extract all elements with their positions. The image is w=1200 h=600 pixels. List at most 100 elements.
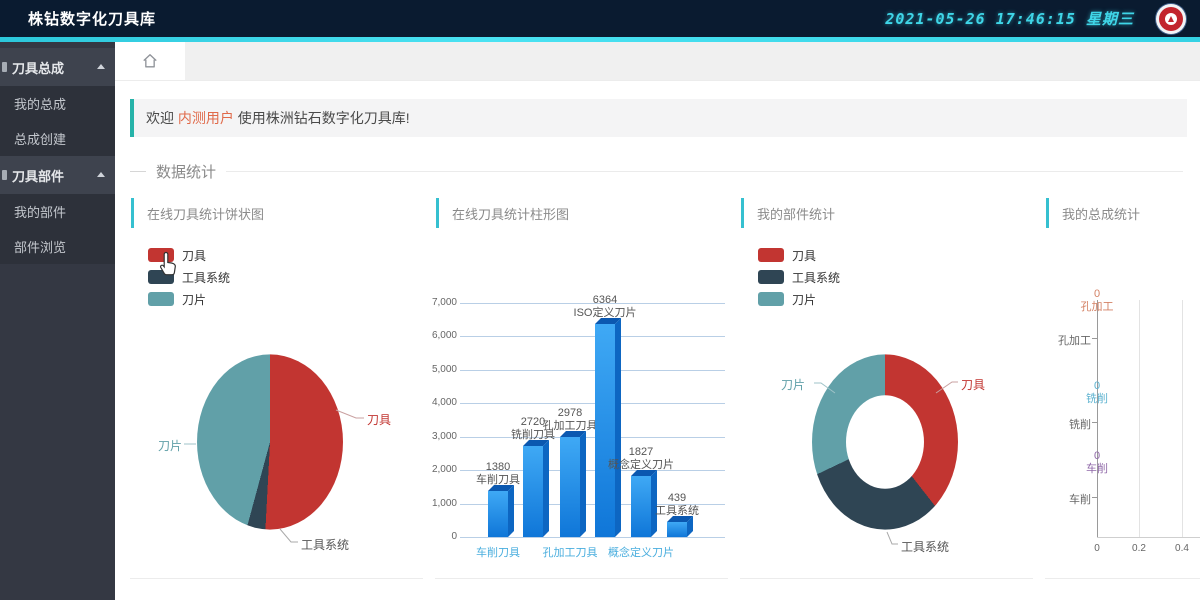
hbar-value-label: 0车削 bbox=[1057, 450, 1137, 476]
pie-label-daoju: 刀具 bbox=[367, 411, 391, 428]
legend-swatch bbox=[148, 270, 174, 284]
pie-label-daopian: 刀片 bbox=[158, 437, 182, 454]
bar-value-label: 6364ISO定义刀片 bbox=[560, 294, 650, 320]
pie-label-gongjuxitong: 工具系统 bbox=[301, 536, 349, 553]
legend-item-daoju[interactable]: 刀具 bbox=[148, 247, 206, 263]
y-axis-tick: 5,000 bbox=[421, 364, 457, 375]
panel-my-assembly-stats: 我的总成统计 孔加工铣削车削0孔加工0铣削0车削00.20.4 bbox=[1045, 192, 1200, 579]
y-axis-tick: 7,000 bbox=[421, 297, 457, 308]
tab-bar-empty-area bbox=[185, 42, 1200, 80]
bar-车削刀具[interactable] bbox=[488, 491, 508, 537]
sidebar-item-tool-parts[interactable]: 刀具部件 bbox=[0, 156, 115, 194]
panel-accent-bar bbox=[741, 198, 744, 228]
legend-item-gongjuxitong[interactable]: 工具系统 bbox=[148, 269, 230, 285]
app-title: 株钻数字化刀具库 bbox=[28, 8, 156, 29]
sidebar-item-my-assembly[interactable]: 我的总成 bbox=[0, 86, 115, 121]
sidebar-menu: 刀具总成 我的总成 总成创建 刀具部件 我的部件 部件浏览 bbox=[0, 42, 115, 600]
bar-value-label: 1827概念定义刀片 bbox=[596, 446, 686, 472]
chevron-up-icon bbox=[97, 172, 105, 177]
tab-bar bbox=[115, 42, 1200, 81]
divider-line bbox=[130, 171, 146, 172]
legend-swatch bbox=[148, 292, 174, 306]
y-axis-tick: 4,000 bbox=[421, 397, 457, 408]
bar-工具系统[interactable] bbox=[667, 522, 687, 537]
tab-home[interactable] bbox=[115, 42, 185, 80]
panel-header: 我的部件统计 bbox=[741, 196, 835, 230]
y-axis-tick: 2,000 bbox=[421, 464, 457, 475]
clock-datetime: 2021-05-26 17:46:15 星期三 bbox=[885, 8, 1134, 29]
panel-title: 在线刀具统计饼状图 bbox=[147, 204, 264, 223]
sidebar-item-assembly-create[interactable]: 总成创建 bbox=[0, 121, 115, 156]
pie-chart[interactable] bbox=[197, 354, 343, 529]
legend-swatch bbox=[148, 248, 174, 262]
logo-core bbox=[1165, 13, 1177, 25]
legend-label: 刀片 bbox=[792, 291, 816, 308]
legend-label: 刀具 bbox=[182, 247, 206, 264]
top-bar: 株钻数字化刀具库 2021-05-26 17:46:15 星期三 bbox=[0, 0, 1200, 37]
welcome-banner: 欢迎 内测用户 使用株洲钻石数字化刀具库! bbox=[130, 99, 1187, 137]
sidebar-item-tool-assembly[interactable]: 刀具总成 bbox=[0, 48, 115, 86]
sidebar-item-parts-browse[interactable]: 部件浏览 bbox=[0, 229, 115, 264]
sidebar-item-label: 总成创建 bbox=[14, 129, 66, 148]
legend-swatch bbox=[758, 270, 784, 284]
legend-item-daoju[interactable]: 刀具 bbox=[758, 247, 816, 263]
donut-label-daoju: 刀具 bbox=[961, 376, 985, 393]
donut-label-gongjuxitong: 工具系统 bbox=[901, 538, 949, 555]
welcome-prefix: 欢迎 bbox=[146, 108, 178, 128]
legend-item-daopian[interactable]: 刀片 bbox=[758, 291, 816, 307]
legend-label: 工具系统 bbox=[792, 269, 840, 286]
app-window: 株钻数字化刀具库 2021-05-26 17:46:15 星期三 刀具总成 我的… bbox=[0, 0, 1200, 600]
y-axis-tick: 1,000 bbox=[421, 498, 457, 509]
section-divider: 数据统计 bbox=[130, 163, 1183, 179]
y-axis-category-label: 孔加工 bbox=[1045, 332, 1091, 348]
logo-ring bbox=[1159, 7, 1183, 31]
sidebar-item-label: 我的总成 bbox=[14, 94, 66, 113]
legend-item-daopian[interactable]: 刀片 bbox=[148, 291, 206, 307]
hbar-chart-plot: 孔加工铣削车削 0孔加工 0铣削 0车削 00.20.4 bbox=[1045, 192, 1200, 578]
hbar-value-label: 0铣削 bbox=[1057, 380, 1137, 406]
welcome-username: 内测用户 bbox=[178, 108, 234, 128]
x-axis-tick: 0.2 bbox=[1119, 543, 1159, 554]
bar-铣削刀具[interactable] bbox=[523, 446, 543, 537]
home-icon bbox=[140, 51, 160, 71]
legend-swatch bbox=[758, 292, 784, 306]
bar-value-label: 439工具系统 bbox=[632, 492, 722, 518]
company-logo-icon bbox=[1156, 4, 1186, 34]
bar-ISO定义刀片[interactable] bbox=[595, 324, 615, 537]
sidebar-item-label: 部件浏览 bbox=[14, 237, 66, 256]
y-axis-category-label: 车削 bbox=[1045, 491, 1091, 507]
section-title: 数据统计 bbox=[146, 161, 226, 182]
panel-title: 我的部件统计 bbox=[757, 204, 835, 223]
bar-孔加工刀具[interactable] bbox=[560, 437, 580, 537]
y-axis-category-label: 铣削 bbox=[1045, 416, 1091, 432]
panel-my-parts-donut: 我的部件统计 刀具 工具系统 刀片 刀具 刀片 工具系统 bbox=[740, 192, 1033, 579]
legend-swatch bbox=[758, 248, 784, 262]
chevron-up-icon bbox=[97, 64, 105, 69]
panel-online-tools-pie: 在线刀具统计饼状图 刀具 工具系统 刀片 刀具 刀片 工具系统 bbox=[130, 192, 423, 579]
panel-accent-bar bbox=[131, 198, 134, 228]
logo-emblem bbox=[1168, 16, 1174, 22]
y-axis-tick: 0 bbox=[421, 531, 457, 542]
donut-label-daopian: 刀片 bbox=[781, 376, 805, 393]
legend-label: 工具系统 bbox=[182, 269, 230, 286]
sidebar-item-my-parts[interactable]: 我的部件 bbox=[0, 194, 115, 229]
y-axis-tick: 6,000 bbox=[421, 330, 457, 341]
welcome-suffix: 使用株洲钻石数字化刀具库! bbox=[234, 108, 410, 128]
sidebar-group-label: 刀具部件 bbox=[12, 166, 64, 185]
y-axis-tick: 3,000 bbox=[421, 431, 457, 442]
x-axis-label: 概念定义刀片 bbox=[596, 544, 686, 560]
legend-label: 刀具 bbox=[792, 247, 816, 264]
sidebar-group-label: 刀具总成 bbox=[12, 58, 64, 77]
x-axis-tick: 0 bbox=[1077, 543, 1117, 554]
panel-header: 在线刀具统计饼状图 bbox=[131, 196, 264, 230]
x-axis-tick: 0.4 bbox=[1162, 543, 1200, 554]
menu-group-icon bbox=[2, 170, 7, 180]
donut-hole bbox=[846, 395, 924, 489]
legend-label: 刀片 bbox=[182, 291, 206, 308]
hbar-value-label: 0孔加工 bbox=[1057, 288, 1137, 314]
legend-item-gongjuxitong[interactable]: 工具系统 bbox=[758, 269, 840, 285]
menu-group-icon bbox=[2, 62, 7, 72]
bar-chart-plot: 01,0002,0003,0004,0005,0006,0007,0001380… bbox=[435, 192, 728, 578]
panel-online-tools-bar: 在线刀具统计柱形图 01,0002,0003,0004,0005,0006,00… bbox=[435, 192, 728, 579]
sidebar-item-label: 我的部件 bbox=[14, 202, 66, 221]
